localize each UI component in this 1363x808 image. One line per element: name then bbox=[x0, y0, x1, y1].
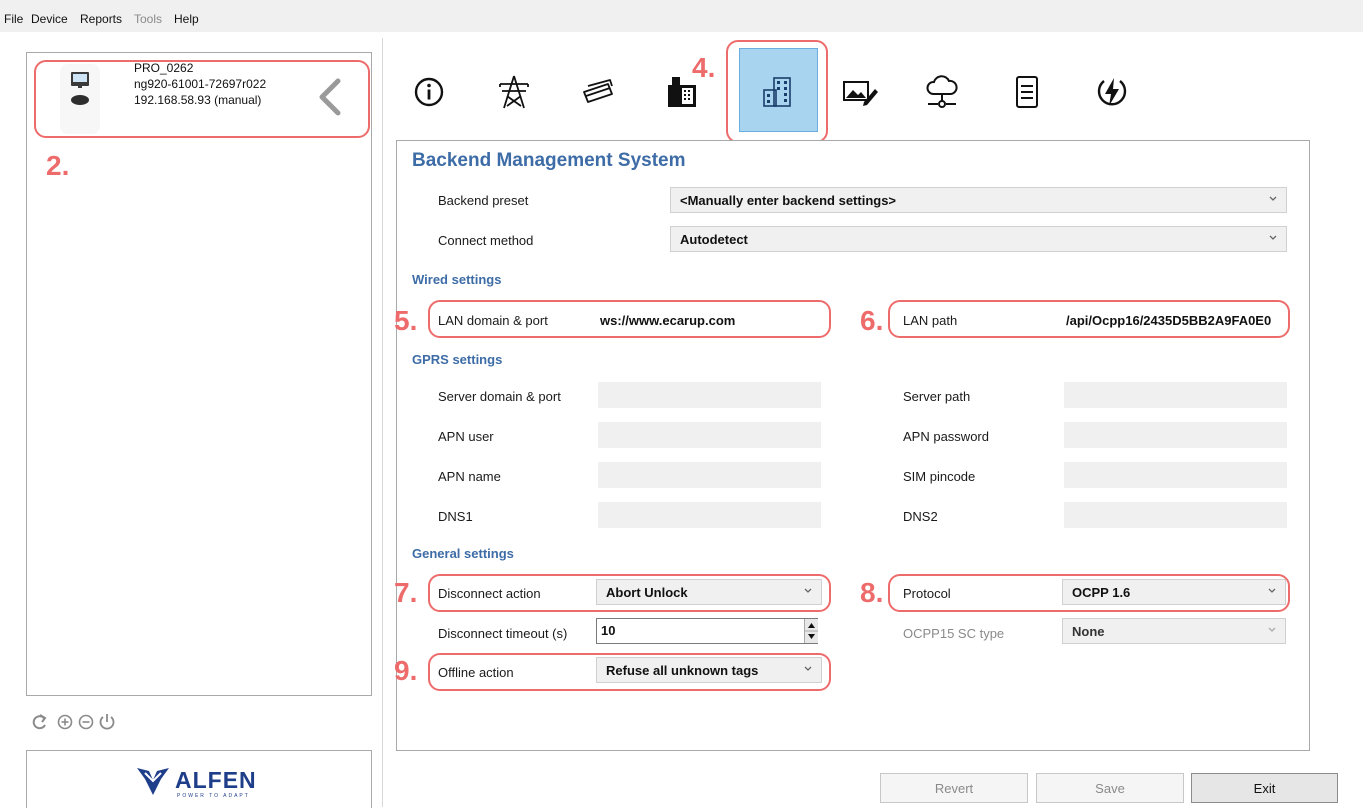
server-path-input[interactable] bbox=[1064, 382, 1287, 408]
server-domain-label: Server domain & port bbox=[438, 389, 561, 404]
device-list-panel bbox=[26, 52, 372, 696]
exit-button[interactable]: Exit bbox=[1191, 773, 1338, 803]
apn-user-input[interactable] bbox=[598, 422, 821, 448]
connect-method-select[interactable]: Autodetect bbox=[670, 226, 1287, 252]
menu-help[interactable]: Help bbox=[174, 12, 199, 26]
connect-method-label: Connect method bbox=[438, 233, 534, 248]
apn-name-label: APN name bbox=[438, 469, 501, 484]
dns1-input[interactable] bbox=[598, 502, 821, 528]
logo-box: ALFEN POWER TO ADAPT bbox=[26, 750, 372, 808]
document-icon[interactable] bbox=[1007, 72, 1047, 112]
alfen-logo-icon bbox=[137, 768, 169, 795]
section-title-gprs: GPRS settings bbox=[412, 352, 503, 367]
apn-password-label: APN password bbox=[903, 429, 989, 444]
timeout-stepper[interactable] bbox=[804, 619, 818, 643]
lan-domain-highlight bbox=[428, 300, 831, 338]
disconnect-timeout-label: Disconnect timeout (s) bbox=[438, 626, 568, 641]
tab-highlight-ring bbox=[726, 40, 828, 143]
lan-path-highlight bbox=[888, 300, 1290, 338]
dns2-input[interactable] bbox=[1064, 502, 1287, 528]
server-domain-input[interactable] bbox=[598, 382, 821, 408]
dns1-label: DNS1 bbox=[438, 509, 473, 524]
cloud-network-icon[interactable] bbox=[922, 72, 962, 112]
annotation-2: 2. bbox=[46, 150, 70, 181]
power-tower-icon[interactable] bbox=[494, 72, 534, 112]
stepper-down-icon[interactable] bbox=[808, 634, 815, 639]
disconnect-timeout-input[interactable]: 10 bbox=[596, 618, 818, 644]
add-icon[interactable] bbox=[57, 714, 73, 730]
chevron-down-icon bbox=[1268, 627, 1276, 632]
annotation-9: 9. bbox=[394, 655, 418, 686]
protocol-highlight bbox=[888, 574, 1290, 612]
device-entry-highlight[interactable] bbox=[34, 60, 370, 138]
backend-preset-select[interactable]: <Manually enter backend settings> bbox=[670, 187, 1287, 213]
annotation-5: 5. bbox=[394, 305, 418, 336]
ocpp15-sc-type-select[interactable]: None bbox=[1062, 618, 1286, 644]
sim-pincode-input[interactable] bbox=[1064, 462, 1287, 488]
section-title-wired: Wired settings bbox=[412, 272, 502, 287]
panel-tools bbox=[30, 712, 126, 737]
annotation-8: 8. bbox=[860, 577, 884, 608]
chevron-down-icon bbox=[1269, 235, 1277, 240]
menu-reports[interactable]: Reports bbox=[80, 12, 122, 26]
cards-icon[interactable] bbox=[578, 72, 618, 112]
annotation-4: 4. bbox=[692, 52, 716, 83]
stepper-up-icon[interactable] bbox=[808, 623, 815, 628]
info-icon[interactable] bbox=[409, 72, 449, 112]
connect-method-value: Autodetect bbox=[680, 232, 748, 247]
refresh-icon[interactable] bbox=[32, 714, 47, 730]
disconnect-timeout-value: 10 bbox=[601, 623, 616, 638]
power-icon[interactable] bbox=[99, 714, 115, 730]
pane-separator bbox=[382, 38, 383, 807]
dns2-label: DNS2 bbox=[903, 509, 938, 524]
apn-password-input[interactable] bbox=[1064, 422, 1287, 448]
menu-tools[interactable]: Tools bbox=[134, 12, 162, 26]
logo-tagline: POWER TO ADAPT bbox=[177, 793, 250, 799]
sim-pincode-label: SIM pincode bbox=[903, 469, 976, 484]
ocpp15-sc-type-label: OCPP15 SC type bbox=[903, 626, 1005, 641]
menu-file[interactable]: File bbox=[4, 12, 23, 26]
save-button[interactable]: Save bbox=[1036, 773, 1184, 803]
annotation-6: 6. bbox=[860, 305, 884, 336]
offline-action-highlight bbox=[428, 653, 831, 691]
backend-preset-label: Backend preset bbox=[438, 193, 529, 208]
menu-device[interactable]: Device bbox=[31, 12, 68, 26]
power-bolt-icon[interactable] bbox=[1092, 72, 1132, 112]
image-edit-icon[interactable] bbox=[840, 72, 880, 112]
apn-user-label: APN user bbox=[438, 429, 494, 444]
chevron-down-icon bbox=[1269, 196, 1277, 201]
revert-button[interactable]: Revert bbox=[880, 773, 1028, 803]
disconnect-action-highlight bbox=[428, 574, 831, 612]
logo-brand: ALFEN bbox=[175, 767, 257, 793]
section-title-general: General settings bbox=[412, 546, 514, 561]
backend-preset-value: <Manually enter backend settings> bbox=[680, 193, 897, 208]
ocpp15-sc-type-value: None bbox=[1072, 624, 1105, 639]
section-title-backend: Backend Management System bbox=[412, 150, 686, 171]
apn-name-input[interactable] bbox=[598, 462, 821, 488]
server-path-label: Server path bbox=[903, 389, 971, 404]
remove-icon[interactable] bbox=[78, 714, 94, 730]
annotation-7: 7. bbox=[394, 577, 418, 608]
menu-bar: File Device Reports Tools Help bbox=[0, 0, 1363, 32]
